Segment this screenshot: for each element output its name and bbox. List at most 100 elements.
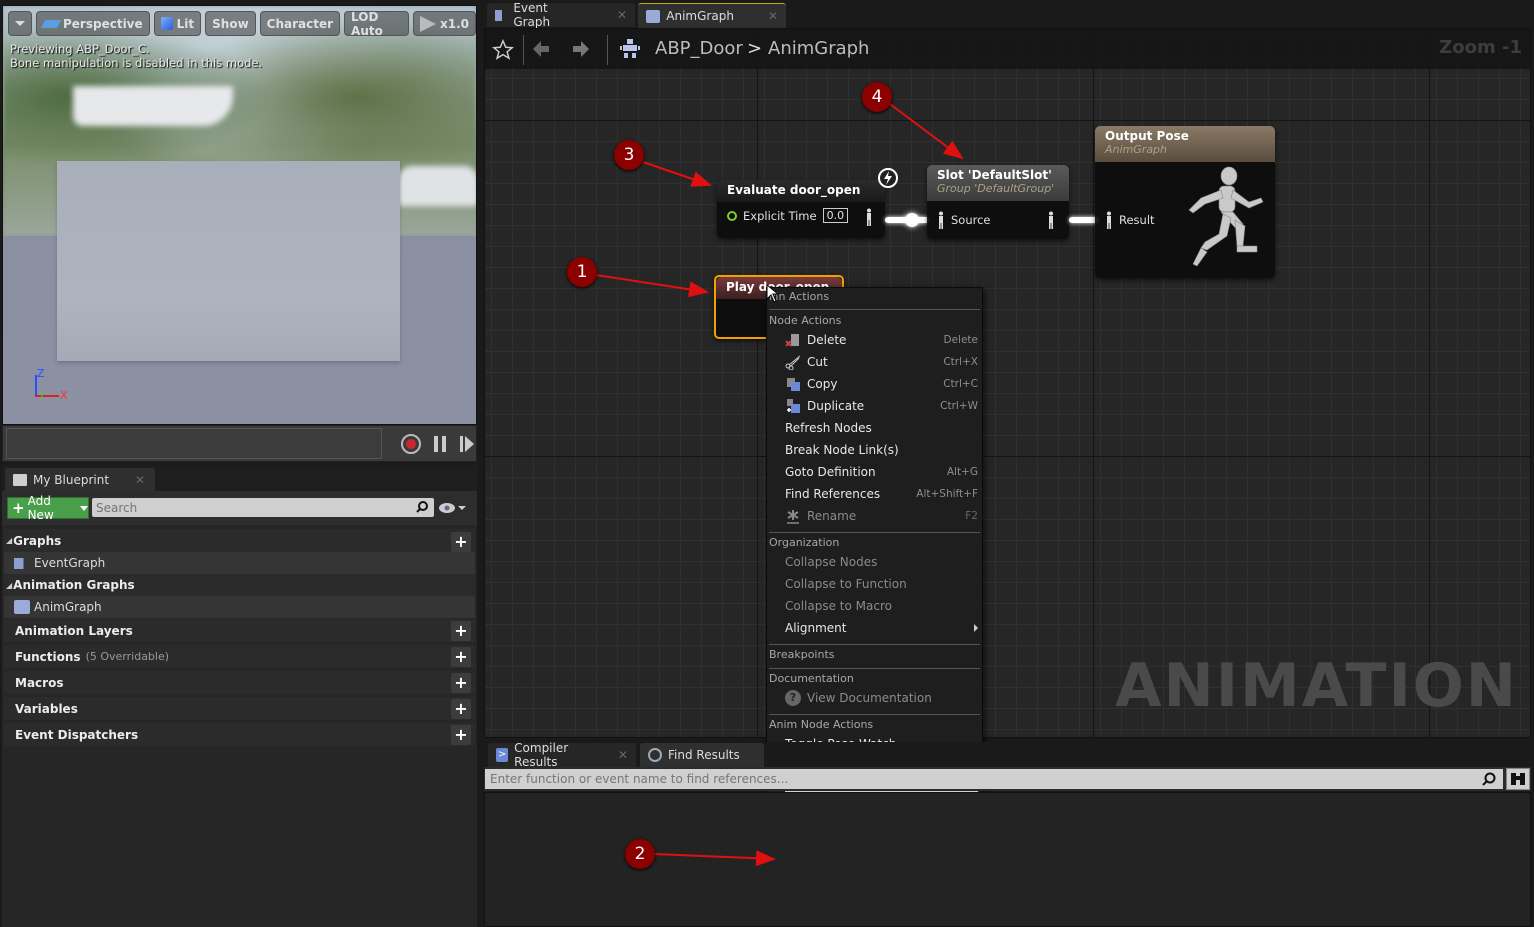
- step-forward-button[interactable]: [460, 436, 474, 452]
- menu-item-collapse-to-function[interactable]: Collapse to Function: [785, 574, 978, 594]
- toolbar-divider: [607, 35, 608, 65]
- duplicate-icon: [787, 399, 800, 413]
- menu-item-break-node-links[interactable]: Break Node Link(s): [785, 440, 978, 460]
- toolbar-divider: [523, 35, 524, 65]
- evaluate-door-open-node[interactable]: Evaluate door_open Explicit Time 0.0: [717, 180, 885, 238]
- menu-item-duplicate[interactable]: Duplicate Ctrl+W: [785, 396, 978, 416]
- explicit-time-value[interactable]: 0.0: [822, 208, 849, 223]
- list-item-eventgraph[interactable]: EventGraph: [4, 552, 475, 574]
- fast-path-icon: [878, 168, 898, 188]
- menu-item-rename[interactable]: Rename F2: [785, 506, 978, 526]
- axis-x-label: X: [60, 389, 68, 402]
- running-mannequin-icon: [1188, 166, 1264, 267]
- menu-item-copy[interactable]: Copy Ctrl+C: [785, 374, 978, 394]
- add-graph-button[interactable]: +: [451, 532, 471, 552]
- search-icon[interactable]: [1482, 772, 1496, 786]
- cube-icon: [160, 17, 173, 30]
- section-variables[interactable]: Variables +: [4, 697, 475, 720]
- menu-item-collapse-to-macro[interactable]: Collapse to Macro: [785, 596, 978, 616]
- node-header: Slot 'DefaultSlot' Group 'DefaultGroup': [927, 165, 1069, 201]
- breadcrumb-root[interactable]: ABP_Door: [655, 38, 743, 59]
- visibility-filter-button[interactable]: [438, 502, 468, 514]
- delete-icon: [785, 334, 799, 347]
- lit-button[interactable]: Lit: [153, 11, 202, 36]
- playback-speed-button[interactable]: x1.0: [413, 11, 476, 36]
- back-arrow-icon[interactable]: [531, 39, 551, 59]
- add-animation-layer-button[interactable]: +: [451, 621, 471, 641]
- menu-separator: [769, 668, 980, 669]
- source-pin[interactable]: Source: [937, 211, 991, 229]
- pause-button[interactable]: [434, 436, 446, 452]
- menu-item-cut[interactable]: Cut Ctrl+X: [785, 352, 978, 372]
- copy-icon: [787, 378, 800, 391]
- section-functions[interactable]: Functions (5 Overridable) +: [4, 645, 475, 668]
- record-button[interactable]: [401, 434, 421, 454]
- menu-item-delete[interactable]: Delete Delete: [785, 330, 978, 350]
- viewport-menu-button[interactable]: [8, 11, 32, 36]
- tab-event-graph[interactable]: Event Graph ✕: [487, 1, 635, 29]
- close-icon[interactable]: ✕: [617, 8, 627, 22]
- blueprint-search-input[interactable]: [92, 498, 434, 517]
- add-new-button[interactable]: + Add New: [7, 494, 89, 522]
- close-icon[interactable]: ✕: [768, 9, 778, 23]
- add-event-dispatcher-button[interactable]: +: [451, 725, 471, 745]
- section-animation-graphs[interactable]: ◢ Animation Graphs: [4, 574, 475, 596]
- pose-output-pin-icon[interactable]: [865, 208, 873, 226]
- explicit-time-pin[interactable]: Explicit Time 0.0: [727, 208, 849, 223]
- perspective-icon: [40, 19, 62, 28]
- add-macro-button[interactable]: +: [451, 673, 471, 693]
- show-button[interactable]: Show: [205, 11, 256, 36]
- wire-reroute-knot: [905, 213, 919, 227]
- list-item-animgraph[interactable]: AnimGraph: [4, 596, 475, 618]
- add-function-button[interactable]: +: [451, 647, 471, 667]
- find-references-input[interactable]: [485, 769, 1503, 789]
- find-bar: [484, 767, 1531, 791]
- tab-my-blueprint[interactable]: My Blueprint ✕: [5, 468, 155, 491]
- section-graphs[interactable]: ◢ Graphs +: [4, 529, 475, 552]
- event-graph-icon: [14, 557, 30, 569]
- node-header: Output Pose AnimGraph: [1095, 126, 1275, 162]
- preview-viewport[interactable]: Perspective Lit Show Character LOD Auto …: [2, 5, 477, 425]
- menu-separator: [769, 309, 980, 310]
- menu-item-refresh-nodes[interactable]: Refresh Nodes: [785, 418, 978, 438]
- expand-triangle-icon: ◢: [6, 580, 13, 590]
- close-icon[interactable]: ✕: [618, 748, 628, 762]
- character-button[interactable]: Character: [259, 11, 341, 36]
- menu-item-goto-definition[interactable]: Goto Definition Alt+G: [785, 462, 978, 482]
- graph-watermark: ANIMATION: [1115, 651, 1518, 721]
- result-pin[interactable]: Result: [1105, 211, 1155, 229]
- menu-item-view-documentation[interactable]: ? View Documentation: [785, 688, 978, 708]
- find-in-all-blueprints-button[interactable]: [1506, 768, 1530, 790]
- menu-item-collapse-nodes[interactable]: Collapse Nodes: [785, 552, 978, 572]
- breadcrumb-current[interactable]: AnimGraph: [768, 38, 869, 59]
- tab-find-results[interactable]: Find Results: [640, 743, 764, 767]
- menu-item-find-references[interactable]: Find References Alt+Shift+F: [785, 484, 978, 504]
- functions-overridable-count: (5 Overridable): [85, 650, 170, 663]
- my-blueprint-panel: My Blueprint ✕ + Add New ◢ Graphs + Even…: [2, 465, 477, 927]
- star-icon[interactable]: [492, 39, 514, 61]
- playback-bar: [2, 425, 477, 462]
- menu-item-alignment[interactable]: Alignment: [785, 618, 978, 638]
- section-event-dispatchers[interactable]: Event Dispatchers +: [4, 723, 475, 746]
- viewport-canopy: [73, 86, 233, 126]
- node-title: Evaluate door_open: [717, 180, 885, 202]
- timeline-scrubber[interactable]: [6, 428, 382, 459]
- section-animation-layers[interactable]: Animation Layers +: [4, 619, 475, 642]
- output-pose-node[interactable]: Output Pose AnimGraph Result: [1095, 126, 1275, 278]
- axis-y-label: Y: [39, 391, 45, 401]
- magnifier-icon: [648, 748, 662, 762]
- anim-graph-canvas[interactable]: ABP_Door > AnimGraph Zoom -1 ANIMATION E…: [484, 28, 1531, 738]
- tab-compiler-results[interactable]: > Compiler Results ✕: [488, 741, 636, 769]
- zoom-level: Zoom -1: [1439, 37, 1522, 58]
- perspective-button[interactable]: Perspective: [36, 11, 150, 36]
- rename-icon: [787, 510, 799, 524]
- tab-animgraph[interactable]: AnimGraph ✕: [638, 3, 786, 28]
- add-variable-button[interactable]: +: [451, 699, 471, 719]
- lod-button[interactable]: LOD Auto: [344, 10, 409, 38]
- section-macros[interactable]: Macros +: [4, 671, 475, 694]
- forward-arrow-icon[interactable]: [571, 39, 591, 59]
- preview-info-text: Previewing ABP_Door_C.: [10, 42, 150, 56]
- close-icon[interactable]: ✕: [135, 473, 145, 487]
- pose-output-pin-icon[interactable]: [1047, 211, 1055, 229]
- slot-defaultslot-node[interactable]: Slot 'DefaultSlot' Group 'DefaultGroup' …: [927, 165, 1069, 239]
